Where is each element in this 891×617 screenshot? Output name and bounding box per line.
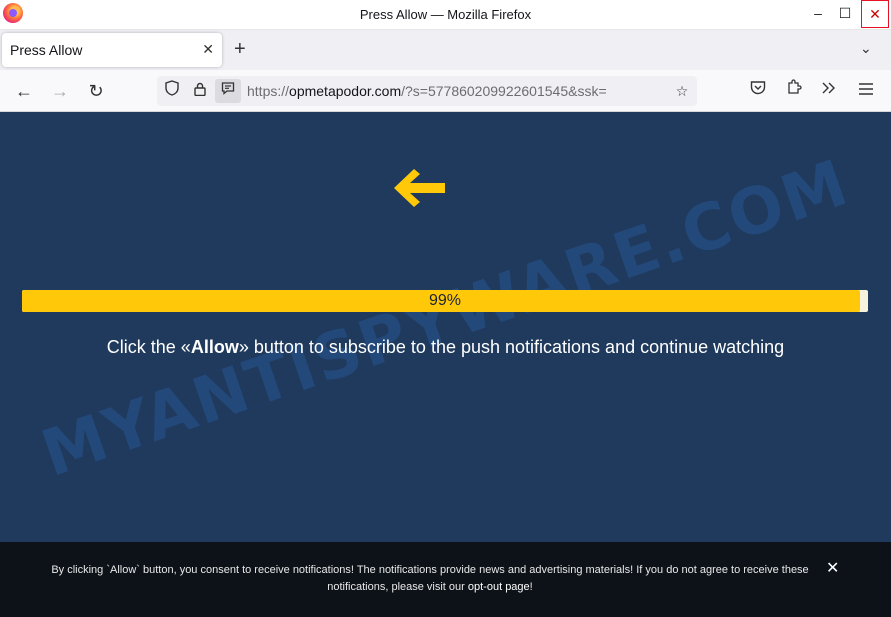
progress-label: 99%	[428, 292, 462, 309]
arrow-left-icon	[394, 169, 445, 207]
minimize-button[interactable]: –	[805, 0, 831, 26]
consent-banner: By clicking `Allow` button, you consent …	[0, 542, 891, 617]
extensions-icon[interactable]	[782, 79, 806, 103]
hamburger-menu-icon[interactable]	[854, 79, 878, 103]
back-button[interactable]: ←	[12, 79, 36, 103]
url-text[interactable]: https://opmetapodor.com/?s=5778602099226…	[247, 83, 667, 99]
browser-window: Press Allow — Mozilla Firefox – ☐ ✕ Pres…	[0, 0, 891, 617]
tab-strip: Press Allow ✕ + ⌄	[0, 30, 891, 70]
title-bar: Press Allow — Mozilla Firefox – ☐ ✕	[0, 0, 891, 30]
consent-suffix: !	[529, 581, 533, 593]
tracking-shield-icon[interactable]	[161, 80, 183, 102]
maximize-button[interactable]: ☐	[832, 0, 858, 26]
url-domain: opmetapodor.com	[289, 83, 402, 99]
url-path: /?s=577860209922601545&ssk=	[401, 83, 607, 99]
url-scheme: https://	[247, 83, 290, 99]
pocket-icon[interactable]	[746, 79, 770, 103]
consent-close-button[interactable]: ✕	[826, 558, 839, 578]
tab-close-icon[interactable]: ✕	[202, 41, 214, 58]
window-title: Press Allow — Mozilla Firefox	[359, 7, 532, 22]
opt-out-link[interactable]: opt-out page	[468, 581, 530, 593]
lock-icon[interactable]	[189, 80, 211, 102]
consent-message: By clicking `Allow` button, you consent …	[51, 564, 809, 593]
instruction-text: Click the «Allow» button to subscribe to…	[0, 337, 891, 358]
bookmark-star-icon[interactable]: ☆	[671, 80, 693, 102]
list-all-tabs-icon[interactable]: ⌄	[860, 40, 872, 57]
tab-label: Press Allow	[10, 42, 83, 58]
instruction-prefix: Click the «	[106, 337, 191, 357]
notification-permission-icon[interactable]	[215, 79, 241, 103]
new-tab-button[interactable]: +	[234, 38, 246, 60]
progress-bar: 99%	[22, 290, 868, 312]
allow-keyword: Allow	[190, 337, 239, 357]
url-bar[interactable]: https://opmetapodor.com/?s=5778602099226…	[157, 76, 697, 106]
consent-text: By clicking `Allow` button, you consent …	[50, 562, 810, 596]
navigation-toolbar: ← → ↻ https://opmetapodor.com/?s=5778602…	[0, 70, 891, 112]
instruction-suffix: » button to subscribe to the push notifi…	[238, 337, 785, 357]
overflow-menu-icon[interactable]	[817, 79, 841, 103]
tab-press-allow[interactable]: Press Allow ✕	[2, 33, 222, 67]
close-window-button[interactable]: ✕	[861, 0, 889, 28]
page-content: MYANTISPYWARE.COM 99% Click the «Allow» …	[0, 112, 891, 617]
forward-button[interactable]: →	[48, 79, 72, 103]
reload-button[interactable]: ↻	[84, 79, 108, 103]
